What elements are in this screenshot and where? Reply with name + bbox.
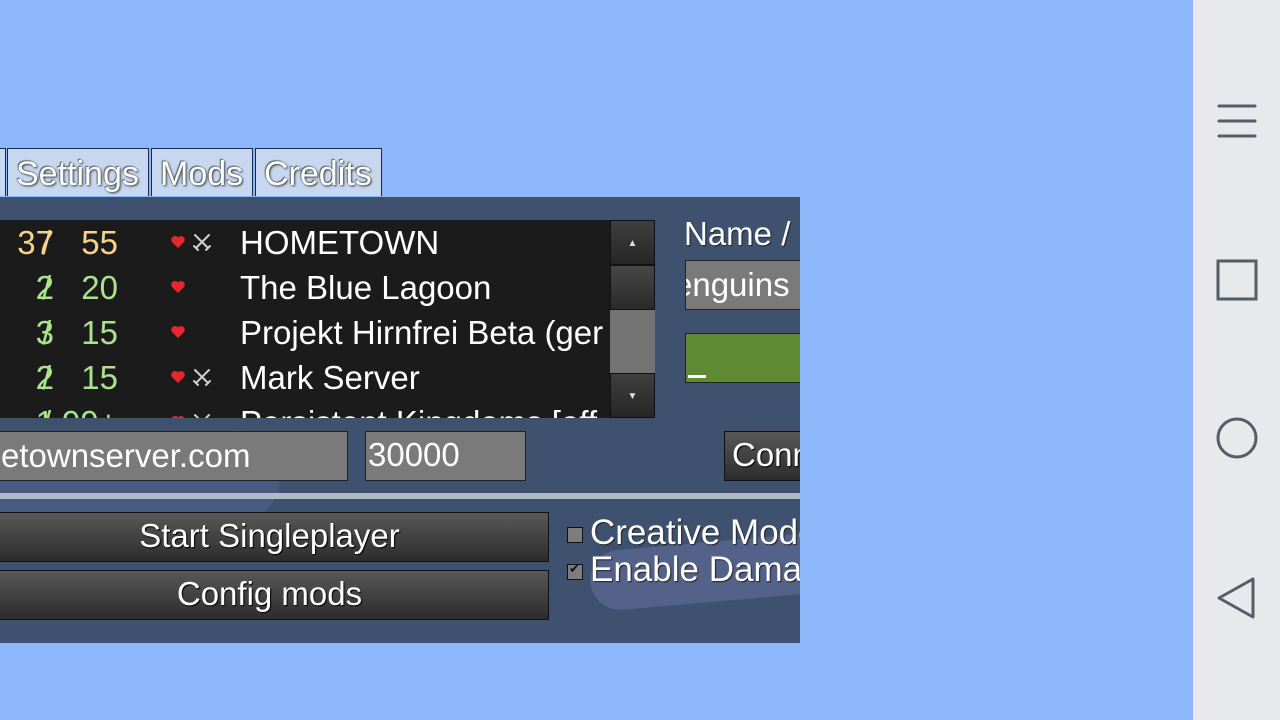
creative-mode-label: Creative Mode bbox=[590, 513, 800, 552]
home-icon[interactable] bbox=[1215, 416, 1259, 460]
port-field[interactable]: 30000 bbox=[365, 431, 526, 481]
server-max-clients: 15 bbox=[81, 359, 118, 396]
server-name: HOMETOWN bbox=[240, 224, 440, 261]
server-clients-separator: / bbox=[42, 314, 52, 351]
config-mods-button[interactable]: Config mods bbox=[0, 570, 549, 620]
address-field[interactable]: etownserver.com bbox=[0, 431, 348, 481]
tab-multiplayer[interactable] bbox=[0, 148, 6, 196]
game-window: Settings Mods Credits 37/55 HOMETOWN 2/20 T… bbox=[0, 0, 1193, 720]
scrollbar-track[interactable] bbox=[610, 265, 655, 310]
crossed-swords-icon bbox=[193, 234, 211, 251]
server-max-clients: 15 bbox=[81, 314, 118, 351]
enable-damage-checkbox[interactable] bbox=[567, 562, 583, 580]
server-clients-separator: / bbox=[42, 400, 51, 418]
scrollbar-thumb[interactable] bbox=[610, 310, 655, 373]
heart-icon bbox=[171, 416, 185, 418]
server-row[interactable]: 37/55 HOMETOWN bbox=[0, 220, 610, 265]
heart-icon bbox=[171, 326, 185, 338]
crossed-swords-icon bbox=[193, 369, 211, 386]
divider bbox=[0, 493, 800, 499]
server-name: Persistent Kingdoms [off bbox=[240, 400, 597, 418]
server-clients-separator: / bbox=[42, 224, 52, 261]
server-name: Projekt Hirnfrei Beta (ger bbox=[240, 314, 604, 351]
name-field[interactable]: enguins bbox=[685, 260, 800, 310]
connect-button[interactable]: Conn bbox=[724, 431, 800, 481]
crossed-swords-icon bbox=[194, 414, 210, 418]
heart-icon bbox=[171, 236, 185, 248]
server-max-clients: 99+ bbox=[60, 400, 118, 418]
text-cursor bbox=[688, 375, 706, 378]
address-field-value: etownserver.com bbox=[1, 437, 251, 474]
server-row[interactable]: 2/20 The Blue Lagoon bbox=[0, 265, 610, 310]
server-name: The Blue Lagoon bbox=[240, 269, 492, 306]
recents-icon[interactable] bbox=[1215, 258, 1259, 302]
creative-mode-checkbox[interactable] bbox=[567, 527, 583, 543]
server-row[interactable]: 1/99+Persistent Kingdoms [off bbox=[0, 400, 610, 418]
name-password-label: Name / bbox=[684, 215, 791, 252]
main-panel: 37/55 HOMETOWN 2/20 The Blue Lagoon 3/15 Proj… bbox=[0, 197, 800, 643]
tab-settings[interactable]: Settings bbox=[7, 148, 149, 196]
password-field[interactable] bbox=[685, 333, 800, 383]
menu-icon[interactable] bbox=[1215, 99, 1259, 143]
server-row[interactable]: 3/15 Projekt Hirnfrei Beta (ger bbox=[0, 310, 610, 355]
server-max-clients: 20 bbox=[81, 269, 118, 306]
server-row[interactable]: 2/15 Mark Server bbox=[0, 355, 610, 400]
server-max-clients: 55 bbox=[81, 224, 118, 261]
tab-credits[interactable]: Credits bbox=[255, 148, 382, 196]
start-singleplayer-button[interactable]: Start Singleplayer bbox=[0, 512, 549, 562]
server-list[interactable]: 37/55 HOMETOWN 2/20 The Blue Lagoon 3/15 Proj… bbox=[0, 220, 610, 418]
server-clients-separator: / bbox=[42, 269, 52, 306]
name-field-value: enguins bbox=[685, 266, 790, 303]
back-icon[interactable] bbox=[1215, 576, 1259, 620]
server-list-scrollbar[interactable]: ▲ ▼ bbox=[610, 220, 655, 418]
tab-mods[interactable]: Mods bbox=[151, 148, 253, 196]
android-nav-bar bbox=[1193, 0, 1280, 720]
server-name: Mark Server bbox=[240, 359, 420, 396]
scroll-up-button[interactable]: ▲ bbox=[610, 220, 655, 265]
scroll-down-button[interactable]: ▼ bbox=[610, 373, 655, 418]
port-field-value: 30000 bbox=[368, 436, 460, 473]
heart-icon bbox=[171, 281, 185, 293]
heart-icon bbox=[171, 371, 185, 383]
enable-damage-label: Enable Damag bbox=[590, 550, 800, 589]
server-clients-separator: / bbox=[42, 359, 52, 396]
